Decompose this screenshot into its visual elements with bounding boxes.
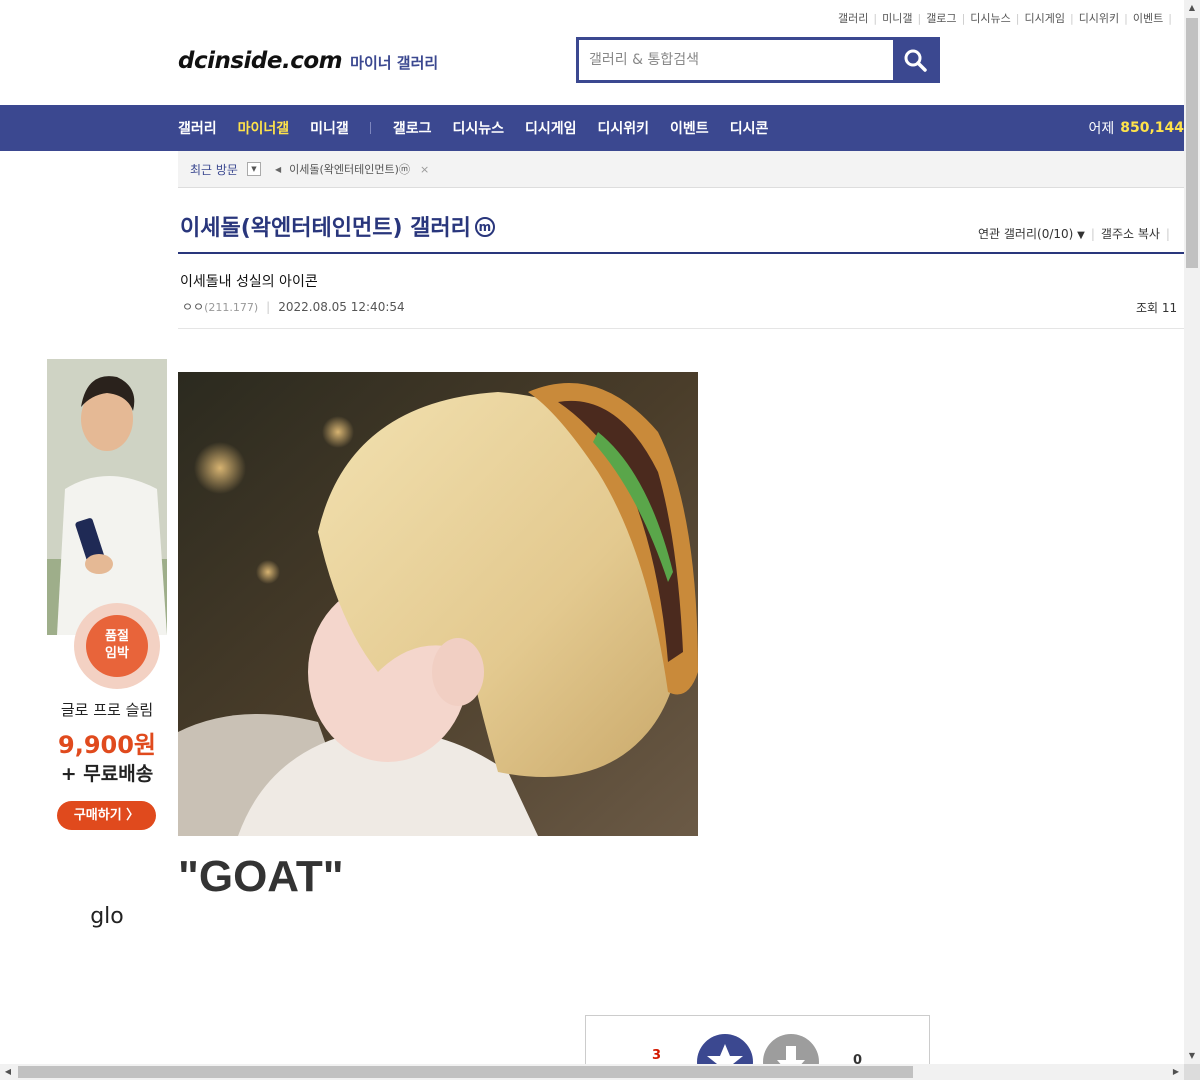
ad-shipping: + 무료배송	[60, 763, 154, 785]
search-icon	[904, 49, 927, 72]
nav-item-minor-gallery[interactable]: 마이너갤	[238, 118, 290, 138]
nav-item-dccon[interactable]: 디시콘	[730, 118, 769, 138]
recent-item[interactable]: 이세돌(왁엔터테인먼트)ⓜ	[289, 161, 410, 177]
copy-address-button[interactable]: 갤주소 복사	[1101, 227, 1160, 241]
minor-badge-icon: ⓜ	[398, 163, 410, 176]
nav-items: 갤러리 마이너갤 미니갤 갤로그 디시뉴스 디시게임 디시위키 이벤트 디시콘	[178, 105, 789, 151]
separator: |	[1165, 227, 1170, 241]
search-bar	[576, 37, 940, 83]
nav-item-dcgame[interactable]: 디시게임	[525, 118, 577, 138]
separator: |	[1069, 12, 1074, 25]
brand-subtitle: 마이너 갤러리	[350, 54, 439, 72]
separator: |	[1090, 227, 1095, 241]
related-gallery-button[interactable]: 연관 갤러리(0/10) ▼	[978, 227, 1085, 241]
title-divider	[178, 252, 1184, 254]
separator: |	[961, 12, 966, 25]
top-link-game[interactable]: 디시게임	[1024, 12, 1064, 25]
ad-badge-text: 품절 임박	[86, 615, 148, 677]
gallery-title[interactable]: 이세돌(왁엔터테인먼트) 갤러리 m	[180, 210, 495, 242]
recent-visits-label: 최근 방문	[190, 162, 238, 177]
related-gallery-label: 연관 갤러리(0/10)	[978, 227, 1074, 241]
vertical-scrollbar[interactable]: ▲ ▼	[1184, 0, 1200, 1064]
scroll-left-icon[interactable]: ◀	[0, 1064, 16, 1080]
recommend-up-count: 3	[652, 1048, 662, 1063]
nav-item-mini-gallery[interactable]: 미니갤	[310, 118, 349, 138]
top-link-event[interactable]: 이벤트	[1133, 12, 1163, 25]
scroll-right-icon[interactable]: ▶	[1168, 1064, 1184, 1080]
brand-text: dcinside.com	[178, 48, 343, 74]
ad-illustration	[47, 359, 167, 635]
top-link-gallery[interactable]: 갤러리	[838, 12, 868, 25]
recent-dropdown-button[interactable]: ▼	[246, 162, 261, 176]
scroll-up-icon[interactable]: ▲	[1184, 0, 1200, 16]
horizontal-scroll-thumb[interactable]	[18, 1066, 913, 1078]
site-logo[interactable]: dcinside.com 마이너 갤러리	[178, 48, 438, 74]
separator: |	[1168, 12, 1172, 25]
chevron-down-icon: ▼	[251, 165, 257, 173]
main-navbar: 갤러리 마이너갤 미니갤 갤로그 디시뉴스 디시게임 디시위키 이벤트 디시콘 …	[0, 105, 1184, 151]
prev-arrow-icon[interactable]: ◀	[275, 165, 281, 174]
nav-item-gallog[interactable]: 갤로그	[393, 118, 432, 138]
nav-item-dcnews[interactable]: 디시뉴스	[452, 118, 504, 138]
top-link-wiki[interactable]: 디시위키	[1079, 12, 1119, 25]
ad-buy-button[interactable]: 구매하기 〉	[57, 801, 156, 830]
search-input[interactable]	[579, 40, 893, 80]
top-link-minor[interactable]: 미니갤	[882, 12, 912, 25]
ad-soldout-badge: 품절 임박	[74, 603, 160, 689]
vertical-scroll-thumb[interactable]	[1186, 18, 1198, 268]
post-meta: ㅇㅇ(211.177) | 2022.08.05 12:40:54	[182, 298, 405, 315]
post-image	[178, 372, 698, 836]
ad-price: 9,900원	[58, 731, 156, 759]
top-link-gallog[interactable]: 갤로그	[926, 12, 956, 25]
top-utility-links: 갤러리 | 미니갤 | 갤로그 | 디시뉴스 | 디시게임 | 디시위키 | 이벤트 |	[838, 10, 1177, 26]
visitor-count-value: 850,144	[1120, 120, 1184, 136]
nav-divider	[369, 122, 371, 134]
nav-item-event[interactable]: 이벤트	[670, 118, 709, 138]
post-illustration	[178, 372, 698, 836]
top-link-news[interactable]: 디시뉴스	[970, 12, 1010, 25]
separator: |	[1015, 12, 1020, 25]
visitor-count: 어제 850,144	[1088, 105, 1184, 151]
ad-brand-logo: glo	[90, 904, 124, 929]
side-advertisement[interactable]: 품절 임박 글로 프로 슬림 9,900원 + 무료배송 구매하기 〉 glo	[47, 359, 167, 959]
recent-item-close-icon[interactable]: ×	[420, 163, 429, 176]
recent-visits-bar: 최근 방문 ▼ ◀ 이세돌(왁엔터테인먼트)ⓜ ×	[178, 151, 1184, 188]
post-title: 이세돌내 성실의 아이콘	[180, 274, 318, 290]
gallery-actions: 연관 갤러리(0/10) ▼ | 갤주소 복사 |	[978, 225, 1176, 242]
minor-badge-icon: m	[474, 217, 495, 237]
nav-item-dcwiki[interactable]: 디시위키	[598, 118, 650, 138]
separator: |	[873, 12, 878, 25]
chevron-down-icon: ▼	[1077, 230, 1085, 241]
post-date: 2022.08.05 12:40:54	[278, 300, 405, 314]
gallery-title-text: 이세돌(왁엔터테인먼트) 갤러리	[180, 216, 471, 241]
nav-item-gallery[interactable]: 갤러리	[178, 118, 217, 138]
ad-product-name: 글로 프로 슬림	[60, 701, 154, 719]
visitor-count-label: 어제	[1088, 121, 1115, 137]
post-body-text: "GOAT"	[178, 852, 344, 901]
post-views: 조회 11	[1136, 301, 1178, 315]
separator: |	[917, 12, 922, 25]
recent-item-label: 이세돌(왁엔터테인먼트)	[289, 163, 399, 176]
separator: |	[266, 300, 271, 314]
ad-photo	[47, 359, 167, 635]
post-author[interactable]: ㅇㅇ	[182, 300, 204, 314]
horizontal-scrollbar[interactable]: ◀ ▶	[0, 1064, 1184, 1080]
scroll-down-icon[interactable]: ▼	[1184, 1048, 1200, 1064]
search-button[interactable]	[893, 40, 937, 80]
post-author-ip: (211.177)	[204, 301, 259, 314]
scrollbar-corner	[1184, 1064, 1200, 1080]
post-header-divider	[178, 328, 1184, 329]
separator: |	[1124, 12, 1128, 25]
